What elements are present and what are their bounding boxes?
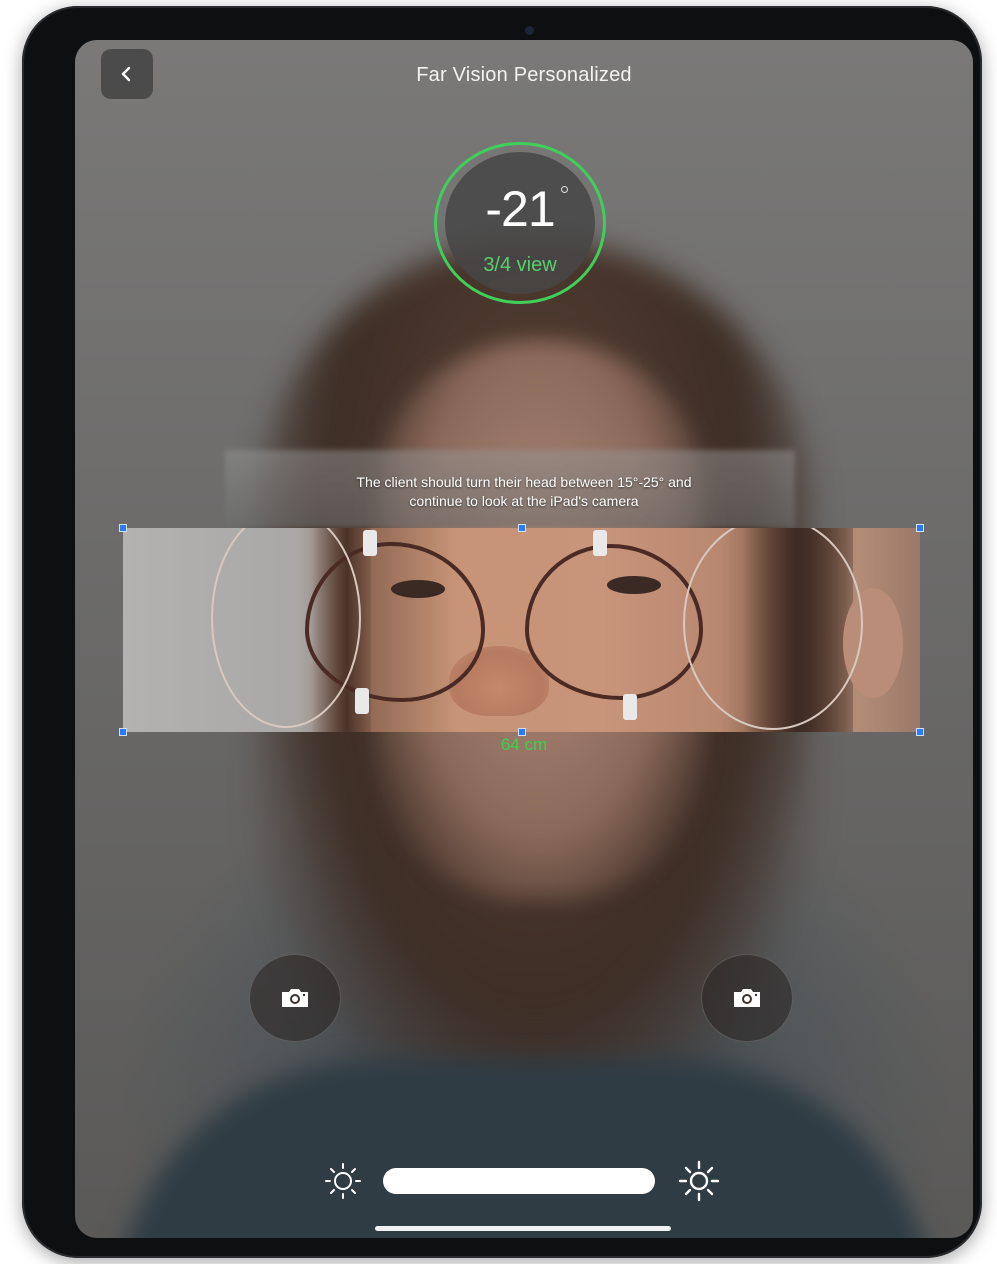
clip-bottom-left <box>355 688 369 714</box>
head-angle-dial: -21 3/4 view <box>445 152 595 294</box>
head-angle-value: -21 <box>485 181 555 237</box>
crop-handle-top-center[interactable] <box>518 524 526 532</box>
clip-top-right <box>593 530 607 556</box>
camera-icon <box>734 989 760 1007</box>
brightness-slider[interactable] <box>383 1168 655 1194</box>
degree-icon <box>561 186 568 193</box>
crop-handle-top-right[interactable] <box>916 524 924 532</box>
clip-bottom-right <box>623 694 637 720</box>
clip-top-left <box>363 530 377 556</box>
camera-icon <box>282 989 308 1007</box>
frame-crop-region[interactable] <box>123 528 920 732</box>
right-lens <box>525 544 703 700</box>
subject-shoulders <box>115 1060 935 1238</box>
instruction-text: The client should turn their head betwee… <box>275 473 773 511</box>
page-title: Far Vision Personalized <box>416 64 632 86</box>
sun-icon <box>678 1160 720 1202</box>
instruction-line-2: continue to look at the iPad's camera <box>409 493 639 509</box>
capture-button-right[interactable] <box>701 954 793 1042</box>
view-label: 3/4 view <box>483 254 557 276</box>
ipad-device-frame: Far Vision Personalized -21 3/4 view The… <box>22 6 982 1258</box>
instruction-line-1: The client should turn their head betwee… <box>356 474 692 490</box>
head-angle-indicator: -21 3/4 view <box>434 142 606 304</box>
distance-label: 64 cm <box>500 735 548 754</box>
home-indicator[interactable] <box>375 1226 671 1231</box>
sun-icon <box>325 1163 361 1199</box>
front-camera <box>525 26 534 35</box>
crop-handle-top-left[interactable] <box>119 524 127 532</box>
camera-view: Far Vision Personalized -21 3/4 view The… <box>75 40 973 1238</box>
capture-button-left[interactable] <box>249 954 341 1042</box>
